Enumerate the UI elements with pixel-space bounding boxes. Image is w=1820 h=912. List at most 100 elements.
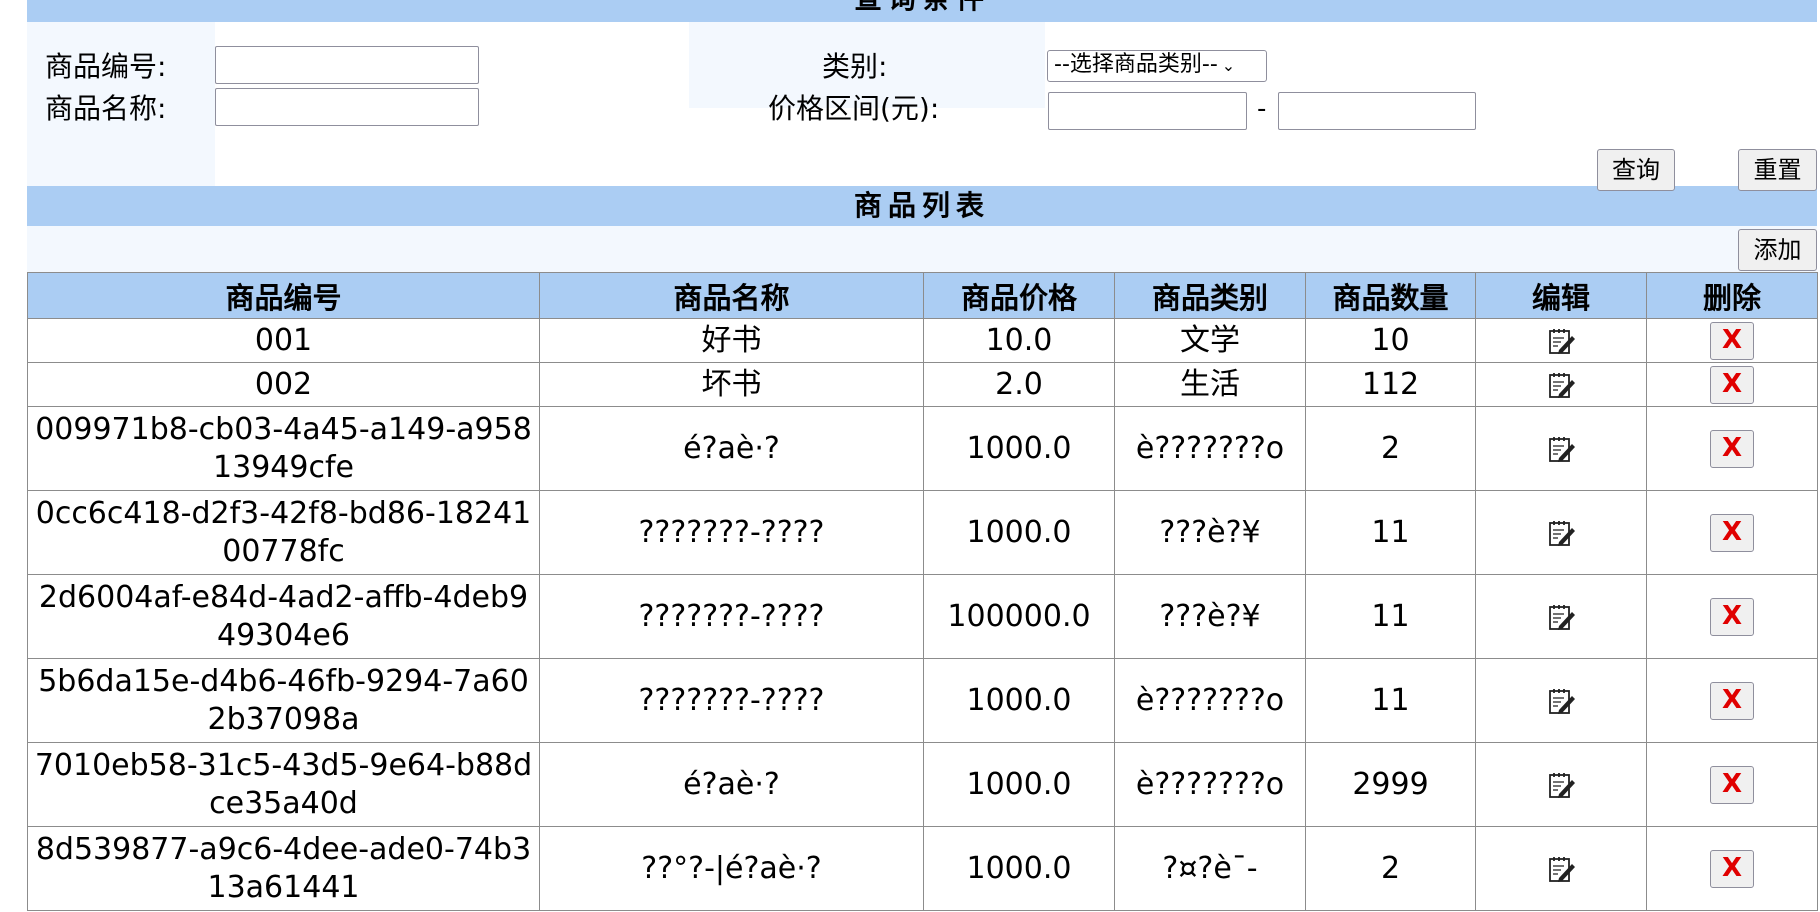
edit-icon[interactable] <box>1546 854 1576 884</box>
product-table: 商品编号 商品名称 商品价格 商品类别 商品数量 编辑 删除 001 好书 10… <box>27 272 1818 911</box>
list-section-title: 商品列表 <box>27 186 1817 226</box>
search-button[interactable]: 查询 <box>1597 149 1675 191</box>
cell-edit <box>1475 490 1647 575</box>
edit-icon[interactable] <box>1546 602 1576 632</box>
cell-delete: X <box>1646 658 1818 743</box>
cell-edit <box>1475 362 1647 407</box>
list-title-text: 商品列表 <box>853 189 990 222</box>
cell-product-quantity: 11 <box>1305 490 1476 575</box>
column-header-price: 商品价格 <box>923 272 1115 319</box>
table-row: 009971b8-cb03-4a45-a149-a95813949cfe é?a… <box>27 406 1818 491</box>
cell-product-quantity: 2999 <box>1305 742 1476 827</box>
cell-product-id: 002 <box>27 362 540 407</box>
cell-product-id: 001 <box>27 318 540 363</box>
cell-edit <box>1475 826 1647 911</box>
table-row: 5b6da15e-d4b6-46fb-9294-7a602b37098a ???… <box>27 658 1818 743</box>
cell-delete: X <box>1646 362 1818 407</box>
cell-product-name: ??°?-|é?aè·? <box>539 826 924 911</box>
cell-product-id: 8d539877-a9c6-4dee-ade0-74b313a61441 <box>27 826 540 911</box>
cell-edit <box>1475 742 1647 827</box>
delete-button[interactable]: X <box>1710 365 1754 404</box>
cell-delete: X <box>1646 318 1818 363</box>
cell-product-price: 2.0 <box>923 362 1115 407</box>
cell-product-name: é?aè·? <box>539 406 924 491</box>
reset-button[interactable]: 重置 <box>1738 149 1817 191</box>
table-row: 0cc6c418-d2f3-42f8-bd86-1824100778fc ???… <box>27 490 1818 575</box>
cell-product-name: ???????-???? <box>539 574 924 659</box>
edit-icon[interactable] <box>1546 370 1576 400</box>
table-row: 002 坏书 2.0 生活 112 X <box>27 362 1818 407</box>
cell-product-category: 生活 <box>1114 362 1306 407</box>
cell-product-quantity: 10 <box>1305 318 1476 363</box>
price-min-input[interactable] <box>1048 92 1247 130</box>
edit-icon[interactable] <box>1546 434 1576 464</box>
cell-product-price: 1000.0 <box>923 658 1115 743</box>
cell-product-price: 1000.0 <box>923 826 1115 911</box>
list-toolbar: 添加 <box>27 226 1817 272</box>
table-row: 001 好书 10.0 文学 10 X <box>27 318 1818 363</box>
price-range-separator: - <box>1257 94 1267 124</box>
cell-edit <box>1475 658 1647 743</box>
cell-edit <box>1475 574 1647 659</box>
cell-product-id: 5b6da15e-d4b6-46fb-9294-7a602b37098a <box>27 658 540 743</box>
cell-product-category: è???????o <box>1114 406 1306 491</box>
cell-product-price: 1000.0 <box>923 490 1115 575</box>
category-select[interactable]: --选择商品类别-- ⌄ <box>1047 50 1267 82</box>
delete-button[interactable]: X <box>1710 849 1754 888</box>
cell-product-quantity: 11 <box>1305 658 1476 743</box>
cell-delete: X <box>1646 490 1818 575</box>
column-header-edit: 编辑 <box>1475 272 1647 319</box>
category-select-value: --选择商品类别-- <box>1054 52 1218 77</box>
cell-product-category: è???????o <box>1114 742 1306 827</box>
category-label: 类别: <box>822 50 888 83</box>
cell-product-category: ???è?¥ <box>1114 574 1306 659</box>
cell-product-name: ???????-???? <box>539 490 924 575</box>
cell-product-id: 2d6004af-e84d-4ad2-affb-4deb949304e6 <box>27 574 540 659</box>
cell-delete: X <box>1646 742 1818 827</box>
table-header-row: 商品编号 商品名称 商品价格 商品类别 商品数量 编辑 删除 <box>27 272 1818 319</box>
table-row: 7010eb58-31c5-43d5-9e64-b88dce35a40d é?a… <box>27 742 1818 827</box>
cell-product-quantity: 2 <box>1305 826 1476 911</box>
cell-product-price: 100000.0 <box>923 574 1115 659</box>
cell-product-quantity: 2 <box>1305 406 1476 491</box>
product-id-input[interactable] <box>215 46 479 84</box>
cell-product-category: 文学 <box>1114 318 1306 363</box>
edit-icon[interactable] <box>1546 770 1576 800</box>
query-form: 商品编号: 商品名称: 类别: --选择商品类别-- ⌄ 价格区间(元): - 查… <box>27 22 1817 191</box>
edit-icon[interactable] <box>1546 326 1576 356</box>
cell-product-price: 10.0 <box>923 318 1115 363</box>
column-header-quantity: 商品数量 <box>1305 272 1476 319</box>
cell-product-price: 1000.0 <box>923 742 1115 827</box>
table-row: 8d539877-a9c6-4dee-ade0-74b313a61441 ??°… <box>27 826 1818 911</box>
product-name-input[interactable] <box>215 88 479 126</box>
product-name-label: 商品名称: <box>45 92 167 125</box>
delete-button[interactable]: X <box>1710 321 1754 360</box>
column-header-delete: 删除 <box>1646 272 1818 319</box>
cell-product-id: 0cc6c418-d2f3-42f8-bd86-1824100778fc <box>27 490 540 575</box>
query-section-title: 查询条件 <box>27 0 1817 22</box>
edit-icon[interactable] <box>1546 518 1576 548</box>
delete-button[interactable]: X <box>1710 681 1754 720</box>
page-container: 查询条件 商品编号: 商品名称: 类别: --选择商品类别--⌄ 价格区间(元)… <box>27 0 1818 911</box>
cell-delete: X <box>1646 826 1818 911</box>
cell-product-category: ?¤?è¯- <box>1114 826 1306 911</box>
edit-icon[interactable] <box>1546 686 1576 716</box>
delete-button[interactable]: X <box>1710 597 1754 636</box>
delete-button[interactable]: X <box>1710 513 1754 552</box>
price-max-input[interactable] <box>1278 92 1476 130</box>
column-header-id: 商品编号 <box>27 272 540 319</box>
query-title-text: 查询条件 <box>854 0 990 15</box>
delete-button[interactable]: X <box>1710 765 1754 804</box>
column-header-name: 商品名称 <box>539 272 924 319</box>
price-range-label: 价格区间(元): <box>768 92 940 125</box>
cell-product-price: 1000.0 <box>923 406 1115 491</box>
chevron-down-icon: ⌄ <box>1221 56 1236 75</box>
add-button[interactable]: 添加 <box>1738 229 1817 271</box>
cell-edit <box>1475 406 1647 491</box>
cell-product-name: ???????-???? <box>539 658 924 743</box>
table-row: 2d6004af-e84d-4ad2-affb-4deb949304e6 ???… <box>27 574 1818 659</box>
cell-product-quantity: 11 <box>1305 574 1476 659</box>
delete-button[interactable]: X <box>1710 429 1754 468</box>
product-id-label: 商品编号: <box>45 50 167 83</box>
cell-product-quantity: 112 <box>1305 362 1476 407</box>
